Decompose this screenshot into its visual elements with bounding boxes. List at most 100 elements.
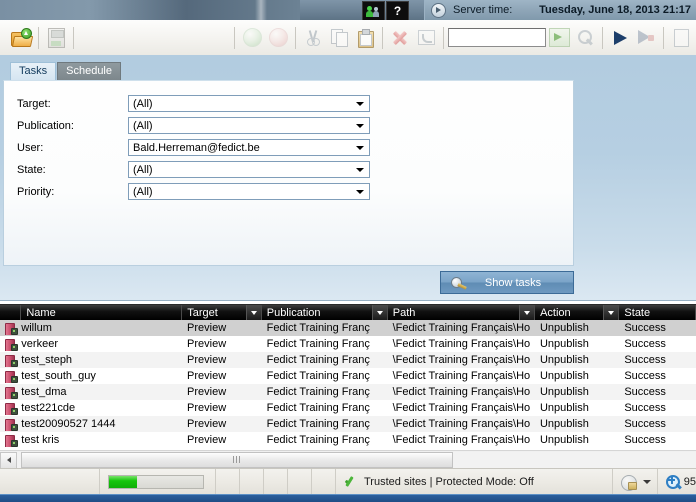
priority-dropdown[interactable]: (All): [128, 183, 370, 200]
row-icon-cell: [0, 402, 21, 415]
scroll-thumb-grip: [233, 456, 241, 463]
grid-filter-path-icon[interactable]: [519, 305, 535, 320]
state-dropdown[interactable]: (All): [128, 161, 370, 178]
grid-filter-action-icon[interactable]: [603, 305, 619, 320]
toolbar-separator: [234, 26, 235, 49]
chevron-down-icon: [356, 146, 364, 150]
grid-header-publication[interactable]: Publication: [262, 305, 388, 320]
cell-publication: Fedict Training Franç: [266, 338, 370, 350]
task-icon: [4, 338, 18, 351]
cell-path: \Fedict Training Français\Ho: [392, 322, 531, 334]
status-zoom-button[interactable]: 95: [656, 469, 696, 495]
cell-action: Unpublish: [539, 338, 589, 350]
publish-button[interactable]: [607, 25, 633, 51]
users-button[interactable]: [362, 1, 385, 20]
grid-header-state-label: State: [624, 306, 651, 319]
grid-header-path[interactable]: Path: [388, 305, 536, 320]
table-row[interactable]: verkeer Preview Fedict Training Franç \Fedi…: [0, 336, 696, 352]
properties-button[interactable]: [668, 25, 694, 51]
cell-target: Preview: [187, 322, 227, 334]
chevron-down-icon: [642, 480, 651, 484]
cell-name: willum: [21, 322, 52, 334]
copy-icon: [330, 29, 348, 47]
browser-window: ? Server time: Tuesday, June 18, 2013 21…: [0, 0, 696, 502]
delete-x-icon: [392, 30, 408, 46]
tab-schedule[interactable]: Schedule: [57, 62, 121, 80]
search-input-wrap[interactable]: [448, 28, 546, 47]
redo-icon: [268, 28, 288, 47]
tab-tasks[interactable]: Tasks: [10, 62, 57, 80]
grid-body: willum Preview Fedict Training Franç \Fedic…: [0, 320, 696, 448]
grid-header-target[interactable]: Target: [182, 305, 262, 320]
grid-header-name[interactable]: Name: [21, 305, 183, 320]
cell-action: Unpublish: [539, 354, 589, 366]
show-tasks-button-label: Show tasks: [484, 276, 542, 289]
scroll-left-button[interactable]: [0, 451, 17, 469]
status-security-segment[interactable]: Trusted sites | Protected Mode: Off: [336, 469, 612, 495]
users-icon: [365, 4, 382, 18]
progress-bar-fill: [109, 476, 138, 488]
cell-target: Preview: [187, 418, 227, 430]
target-dropdown[interactable]: (All): [128, 95, 370, 112]
chevron-down-icon: [356, 168, 364, 172]
cell-action: Unpublish: [539, 386, 589, 398]
grid-header-state[interactable]: State: [619, 305, 696, 320]
table-row[interactable]: test221cde Preview Fedict Training Franç \F…: [0, 400, 696, 416]
grid-header-gutter: [0, 305, 22, 320]
grid-filter-target-icon[interactable]: [245, 305, 261, 320]
row-icon-cell: [0, 370, 21, 383]
delete-button[interactable]: [387, 25, 413, 51]
cell-action: Unpublish: [539, 322, 589, 334]
label-priority: Priority:: [17, 185, 55, 198]
cell-name: test_steph: [21, 354, 73, 366]
toolbar-separator: [382, 26, 383, 49]
grid-horizontal-scrollbar[interactable]: [0, 450, 696, 469]
row-icon-cell: [0, 322, 21, 335]
priority-dropdown-value: (All): [133, 185, 153, 198]
cell-action: Unpublish: [539, 370, 589, 382]
table-row[interactable]: test_dma Preview Fedict Training Franç \Fed…: [0, 384, 696, 400]
cut-button[interactable]: [300, 25, 326, 51]
table-row[interactable]: test kris Preview Fedict Training Franç \Fe…: [0, 432, 696, 448]
cell-state: Success: [624, 434, 666, 446]
cell-publication: Fedict Training Franç: [266, 322, 370, 334]
cell-state: Success: [624, 418, 666, 430]
table-row[interactable]: test20090527 1444 Preview Fedict Training …: [0, 416, 696, 432]
task-icon: [4, 402, 18, 415]
user-dropdown[interactable]: Bald.Herreman@fedict.be: [128, 139, 370, 156]
scroll-track[interactable]: [17, 451, 696, 469]
cell-path: \Fedict Training Français\Ho: [392, 418, 531, 430]
cell-name: test_dma: [21, 386, 67, 398]
task-icon: [4, 370, 18, 383]
cell-publication: Fedict Training Franç: [266, 418, 370, 430]
open-folder-button[interactable]: [8, 25, 34, 51]
cell-name: test_south_guy: [21, 370, 96, 382]
find-button[interactable]: [572, 25, 598, 51]
search-go-button[interactable]: [546, 25, 572, 51]
search-input[interactable]: [449, 29, 545, 46]
paste-button[interactable]: [352, 25, 378, 51]
publication-dropdown[interactable]: (All): [128, 117, 370, 134]
status-bar: Trusted sites | Protected Mode: Off 95: [0, 468, 696, 495]
help-button[interactable]: ?: [386, 1, 409, 20]
grid-header-action[interactable]: Action: [535, 305, 620, 320]
copy-button[interactable]: [326, 25, 352, 51]
scroll-thumb[interactable]: [21, 451, 453, 468]
undo-button[interactable]: [239, 25, 265, 51]
unpublish-button[interactable]: [633, 25, 659, 51]
chevron-down-icon: [356, 102, 364, 106]
cell-target: Preview: [187, 370, 227, 382]
row-icon-cell: [0, 418, 21, 431]
grid-header-name-label: Name: [26, 306, 56, 319]
status-zone-button[interactable]: [611, 469, 657, 495]
redo-button[interactable]: [265, 25, 291, 51]
grid-filter-publication-icon[interactable]: [371, 305, 387, 320]
grid-header-row: Name Target Publication Path Action State: [0, 304, 696, 320]
table-row[interactable]: test_south_guy Preview Fedict Training Fra…: [0, 368, 696, 384]
chevron-down-icon: [356, 124, 364, 128]
save-button[interactable]: [43, 25, 69, 51]
table-row[interactable]: test_steph Preview Fedict Training Franç \F…: [0, 352, 696, 368]
show-tasks-button[interactable]: Show tasks: [440, 271, 574, 294]
restore-button[interactable]: [413, 25, 439, 51]
table-row[interactable]: willum Preview Fedict Training Franç \Fedic…: [0, 320, 696, 336]
